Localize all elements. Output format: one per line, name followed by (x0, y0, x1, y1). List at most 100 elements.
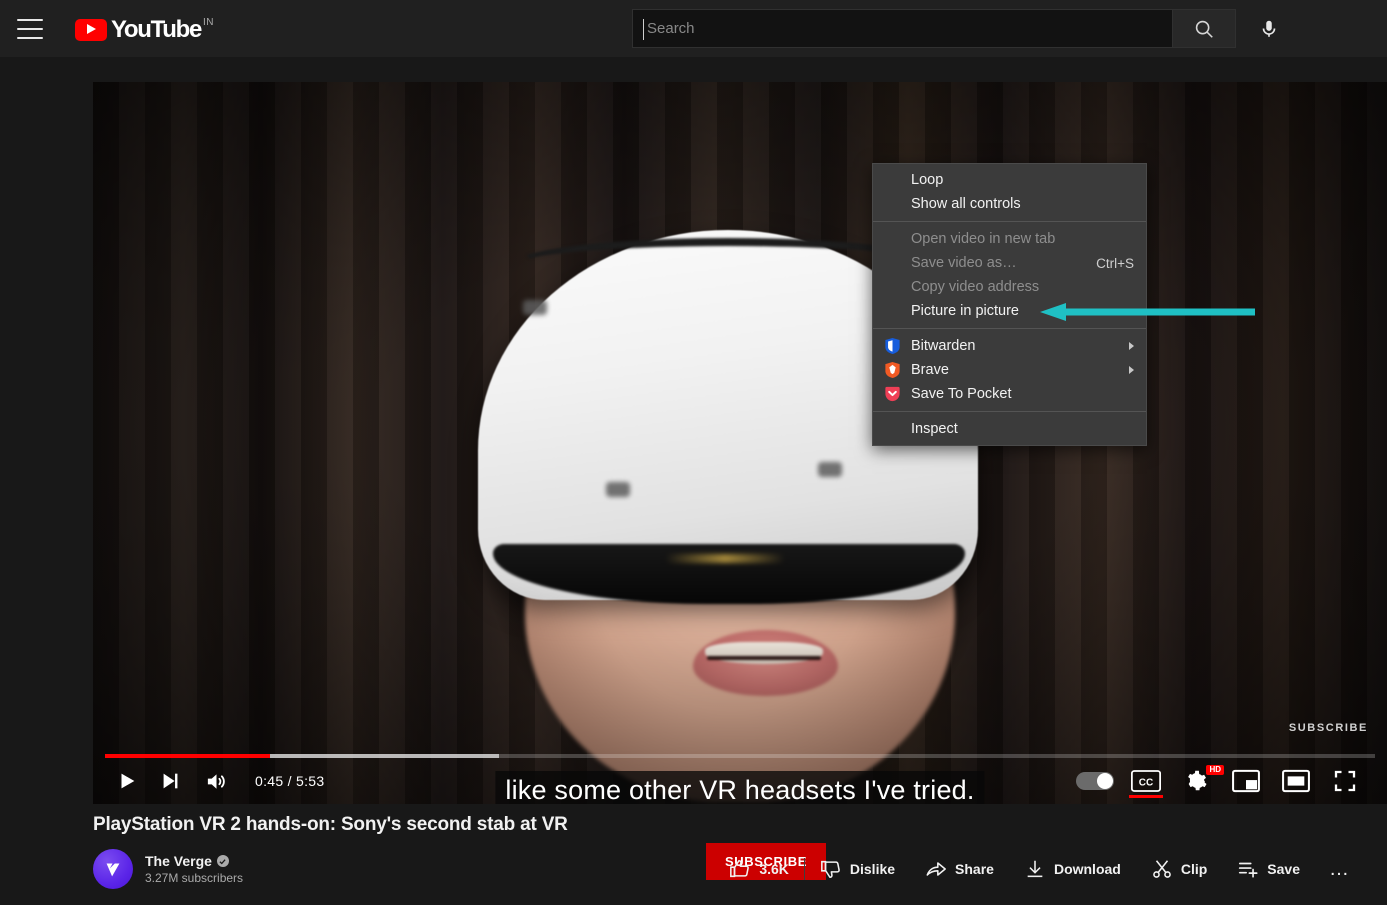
thumbs-down-icon (820, 858, 842, 880)
video-player[interactable]: like some other VR headsets I've tried. … (93, 82, 1387, 804)
player-controls-bar: 0:45 / 5:53 CC (93, 758, 1387, 804)
save-label: Save (1267, 861, 1300, 877)
context-menu-item-open-video-in-new-tab: Open video in new tab (873, 227, 1146, 251)
channel-name: The Verge (145, 853, 212, 869)
search-input[interactable] (647, 20, 1172, 37)
channel-name-row[interactable]: The Verge (145, 853, 243, 869)
scissors-icon (1151, 858, 1173, 880)
youtube-watch-page: YouTube IN (0, 0, 1387, 905)
voice-search-button[interactable] (1250, 10, 1288, 48)
play-icon (116, 770, 138, 792)
brave-icon (883, 361, 901, 379)
clip-button[interactable]: Clip (1136, 849, 1222, 889)
search-box[interactable] (632, 9, 1172, 48)
search-text-caret (643, 19, 644, 40)
video-action-buttons: 3.6K Dislike Share (714, 845, 1361, 893)
channel-avatar[interactable] (93, 849, 133, 889)
context-menu-item-save-video-as: Save video as… Ctrl+S (873, 251, 1146, 275)
microphone-icon (1258, 18, 1280, 40)
autoplay-toggle-button[interactable] (1069, 758, 1121, 804)
autoplay-toggle-icon (1076, 772, 1114, 790)
context-menu-separator (873, 328, 1146, 329)
context-menu-item-label: Picture in picture (911, 303, 1019, 319)
like-button[interactable]: 3.6K (714, 849, 804, 889)
channel-info: The Verge 3.27M subscribers (145, 853, 243, 885)
context-menu-item-inspect[interactable]: Inspect (873, 417, 1146, 441)
download-label: Download (1054, 861, 1121, 877)
share-icon (925, 858, 947, 880)
hamburger-menu-icon[interactable] (17, 19, 43, 39)
next-track-icon (159, 770, 181, 792)
next-video-button[interactable] (147, 758, 193, 804)
share-label: Share (955, 861, 994, 877)
channel-subscriber-count: 3.27M subscribers (145, 871, 243, 885)
verge-logo-icon (102, 858, 124, 880)
video-time-display: 0:45 / 5:53 (255, 773, 324, 789)
youtube-logo-text: YouTube (111, 16, 201, 44)
submenu-arrow-icon (1129, 366, 1134, 374)
context-menu-item-label: Save video as… (911, 255, 1017, 271)
youtube-logo[interactable]: YouTube IN (75, 14, 214, 44)
context-menu-item-picture-in-picture[interactable]: Picture in picture (873, 299, 1146, 323)
context-menu-item-save-to-pocket[interactable]: Save To Pocket (873, 382, 1146, 406)
clip-label: Clip (1181, 861, 1207, 877)
fullscreen-button[interactable] (1321, 758, 1369, 804)
save-button[interactable]: Save (1222, 849, 1315, 889)
youtube-country-code: IN (203, 17, 214, 28)
theater-mode-icon (1282, 769, 1310, 793)
video-meta-row: The Verge 3.27M subscribers SUBSCRIBE 3.… (93, 845, 1369, 893)
dislike-button[interactable]: Dislike (805, 849, 910, 889)
fullscreen-icon (1333, 769, 1357, 793)
context-menu-item-label: Show all controls (911, 196, 1021, 212)
gear-icon (1184, 769, 1208, 793)
video-title: PlayStation VR 2 hands-on: Sony's second… (93, 814, 568, 836)
context-menu-item-label: Brave (911, 362, 949, 378)
miniplayer-button[interactable] (1221, 758, 1271, 804)
player-controls-left: 0:45 / 5:53 (93, 758, 324, 804)
bitwarden-icon (883, 337, 901, 355)
browser-context-menu[interactable]: Loop Show all controls Open video in new t… (872, 163, 1147, 446)
context-menu-separator (873, 411, 1146, 412)
settings-button[interactable]: HD (1171, 758, 1221, 804)
play-pause-button[interactable] (107, 758, 147, 804)
volume-button[interactable] (193, 758, 239, 804)
thumbs-up-icon (729, 858, 751, 880)
context-menu-item-copy-video-address: Copy video address (873, 275, 1146, 299)
theater-mode-button[interactable] (1271, 758, 1321, 804)
context-menu-item-label: Loop (911, 172, 943, 188)
context-menu-item-label: Bitwarden (911, 338, 975, 354)
verified-badge-icon (217, 855, 229, 867)
context-menu-item-label: Inspect (911, 421, 958, 437)
download-icon (1024, 858, 1046, 880)
like-count: 3.6K (759, 861, 789, 877)
closed-captions-icon: CC (1131, 770, 1161, 792)
save-to-playlist-icon (1237, 858, 1259, 880)
pocket-icon (883, 385, 901, 403)
miniplayer-icon (1232, 769, 1260, 793)
subscribe-watermark[interactable]: SUBSCRIBE (1289, 722, 1368, 734)
video-frame (93, 82, 1387, 804)
dislike-label: Dislike (850, 861, 895, 877)
context-menu-item-brave[interactable]: Brave (873, 358, 1146, 382)
context-menu-item-label: Open video in new tab (911, 231, 1055, 247)
share-button[interactable]: Share (910, 849, 1009, 889)
captions-button[interactable]: CC (1121, 758, 1171, 804)
submenu-arrow-icon (1129, 342, 1134, 350)
top-navigation-bar: YouTube IN (0, 0, 1387, 57)
captions-active-underline (1129, 795, 1163, 798)
download-button[interactable]: Download (1009, 849, 1136, 889)
context-menu-item-loop[interactable]: Loop (873, 168, 1146, 192)
more-options-button[interactable]: … (1315, 849, 1361, 889)
context-menu-item-show-all-controls[interactable]: Show all controls (873, 192, 1146, 216)
svg-text:CC: CC (1139, 778, 1153, 789)
search-area (632, 9, 1288, 48)
search-icon (1193, 18, 1215, 40)
search-submit-button[interactable] (1172, 9, 1236, 48)
context-menu-item-label: Save To Pocket (911, 386, 1012, 402)
volume-icon (205, 770, 228, 793)
youtube-play-icon (75, 19, 107, 41)
context-menu-separator (873, 221, 1146, 222)
context-menu-item-bitwarden[interactable]: Bitwarden (873, 334, 1146, 358)
context-menu-item-shortcut: Ctrl+S (1096, 256, 1134, 271)
player-controls-right: CC HD (1069, 758, 1387, 804)
